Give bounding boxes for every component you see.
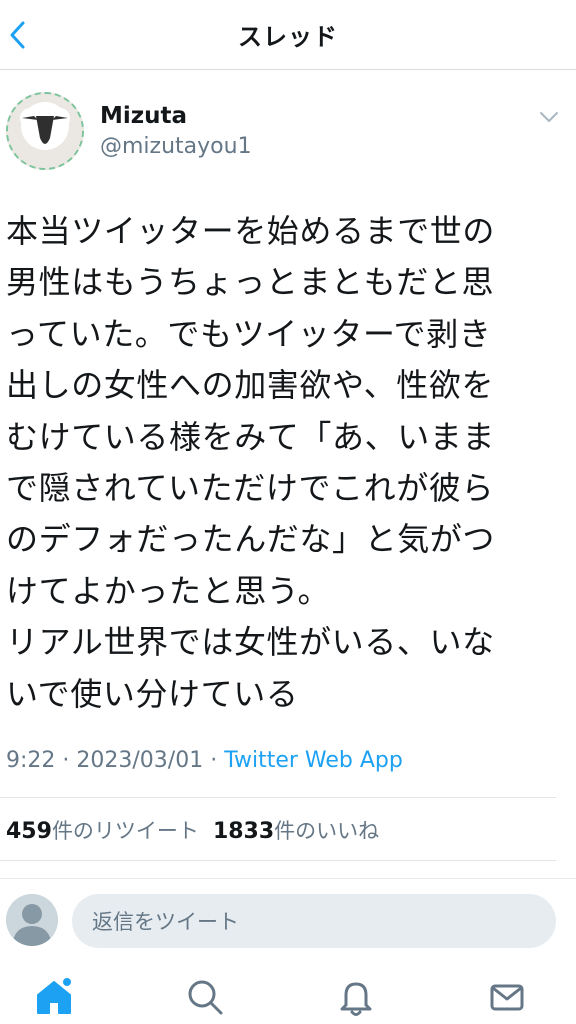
author-handle[interactable]: @mizutayou1 [100, 134, 252, 159]
tweet-meta: 9:22 · 2023/03/01 · Twitter Web App [6, 748, 403, 773]
likes-label: 件のいいね [274, 819, 380, 843]
chevron-left-icon [10, 21, 25, 49]
tweet-text: 本当ツイッターを始めるまで世の 男性はもうちょっとまともだと思 っていた。でもツ… [6, 206, 570, 720]
tweet-source-link[interactable]: Twitter Web App [224, 748, 403, 773]
retweets-stat[interactable]: 459件のリツイート [6, 819, 199, 844]
nav-header: スレッド [0, 0, 576, 70]
tweet-line: リアル世界では女性がいる、いな [6, 623, 495, 662]
user-avatar[interactable] [6, 894, 58, 946]
home-icon [37, 976, 73, 1014]
tweet-line: むけている様をみて「あ、いまま [6, 417, 496, 456]
divider [0, 878, 576, 879]
tweet-line: っていた。でもツイッターで剥き [6, 314, 492, 353]
page-title: スレッド [238, 23, 338, 51]
default-user-icon [6, 894, 58, 946]
chevron-down-icon [540, 112, 558, 122]
tweet-date: 2023/03/01 [76, 748, 204, 773]
back-button[interactable] [0, 12, 36, 58]
tab-notifications[interactable] [334, 975, 378, 1019]
more-options-button[interactable] [536, 104, 562, 130]
thread-screen: スレッド Mizuta @mizutayou1 本当ツイッターを始めるまで世の … [0, 0, 576, 1024]
tweet-line: 出しの女性への加害欲や、性欲を [6, 366, 495, 405]
tweet-line: けてよかったと思う。 [6, 571, 331, 610]
tweet-line: いで使い分けている [6, 674, 299, 713]
sheep-avatar-icon [8, 94, 82, 168]
tweet-time: 9:22 [6, 748, 56, 773]
tweet-line: で隠されていただけでこれが彼ら [6, 468, 495, 507]
reply-input[interactable]: 返信をツイート [72, 894, 556, 948]
likes-stat[interactable]: 1833件のいいね [212, 819, 380, 844]
tab-home[interactable] [32, 975, 76, 1019]
bell-icon [340, 982, 372, 1016]
tab-search[interactable] [183, 975, 227, 1019]
likes-count: 1833 [212, 819, 275, 844]
tweet-line: 本当ツイッターを始めるまで世の [6, 212, 496, 250]
meta-separator: · [55, 748, 77, 773]
tweet-stats: 459件のリツイート 1833件のいいね [6, 815, 379, 845]
search-icon [188, 980, 223, 1015]
meta-separator: · [203, 748, 225, 773]
divider [0, 860, 556, 861]
retweets-count: 459 [6, 819, 52, 844]
tweet-line: 男性はもうちょっとまともだと思 [6, 263, 495, 302]
reply-placeholder: 返信をツイート [92, 910, 239, 934]
retweets-label: 件のリツイート [51, 819, 199, 843]
author-name[interactable]: Mizuta [100, 103, 187, 129]
avatar[interactable] [6, 92, 84, 170]
tweet-line: のデフォだったんだな」と気がつ [6, 520, 496, 559]
divider [0, 797, 556, 798]
tab-messages[interactable] [485, 975, 529, 1019]
envelope-icon [490, 984, 524, 1011]
